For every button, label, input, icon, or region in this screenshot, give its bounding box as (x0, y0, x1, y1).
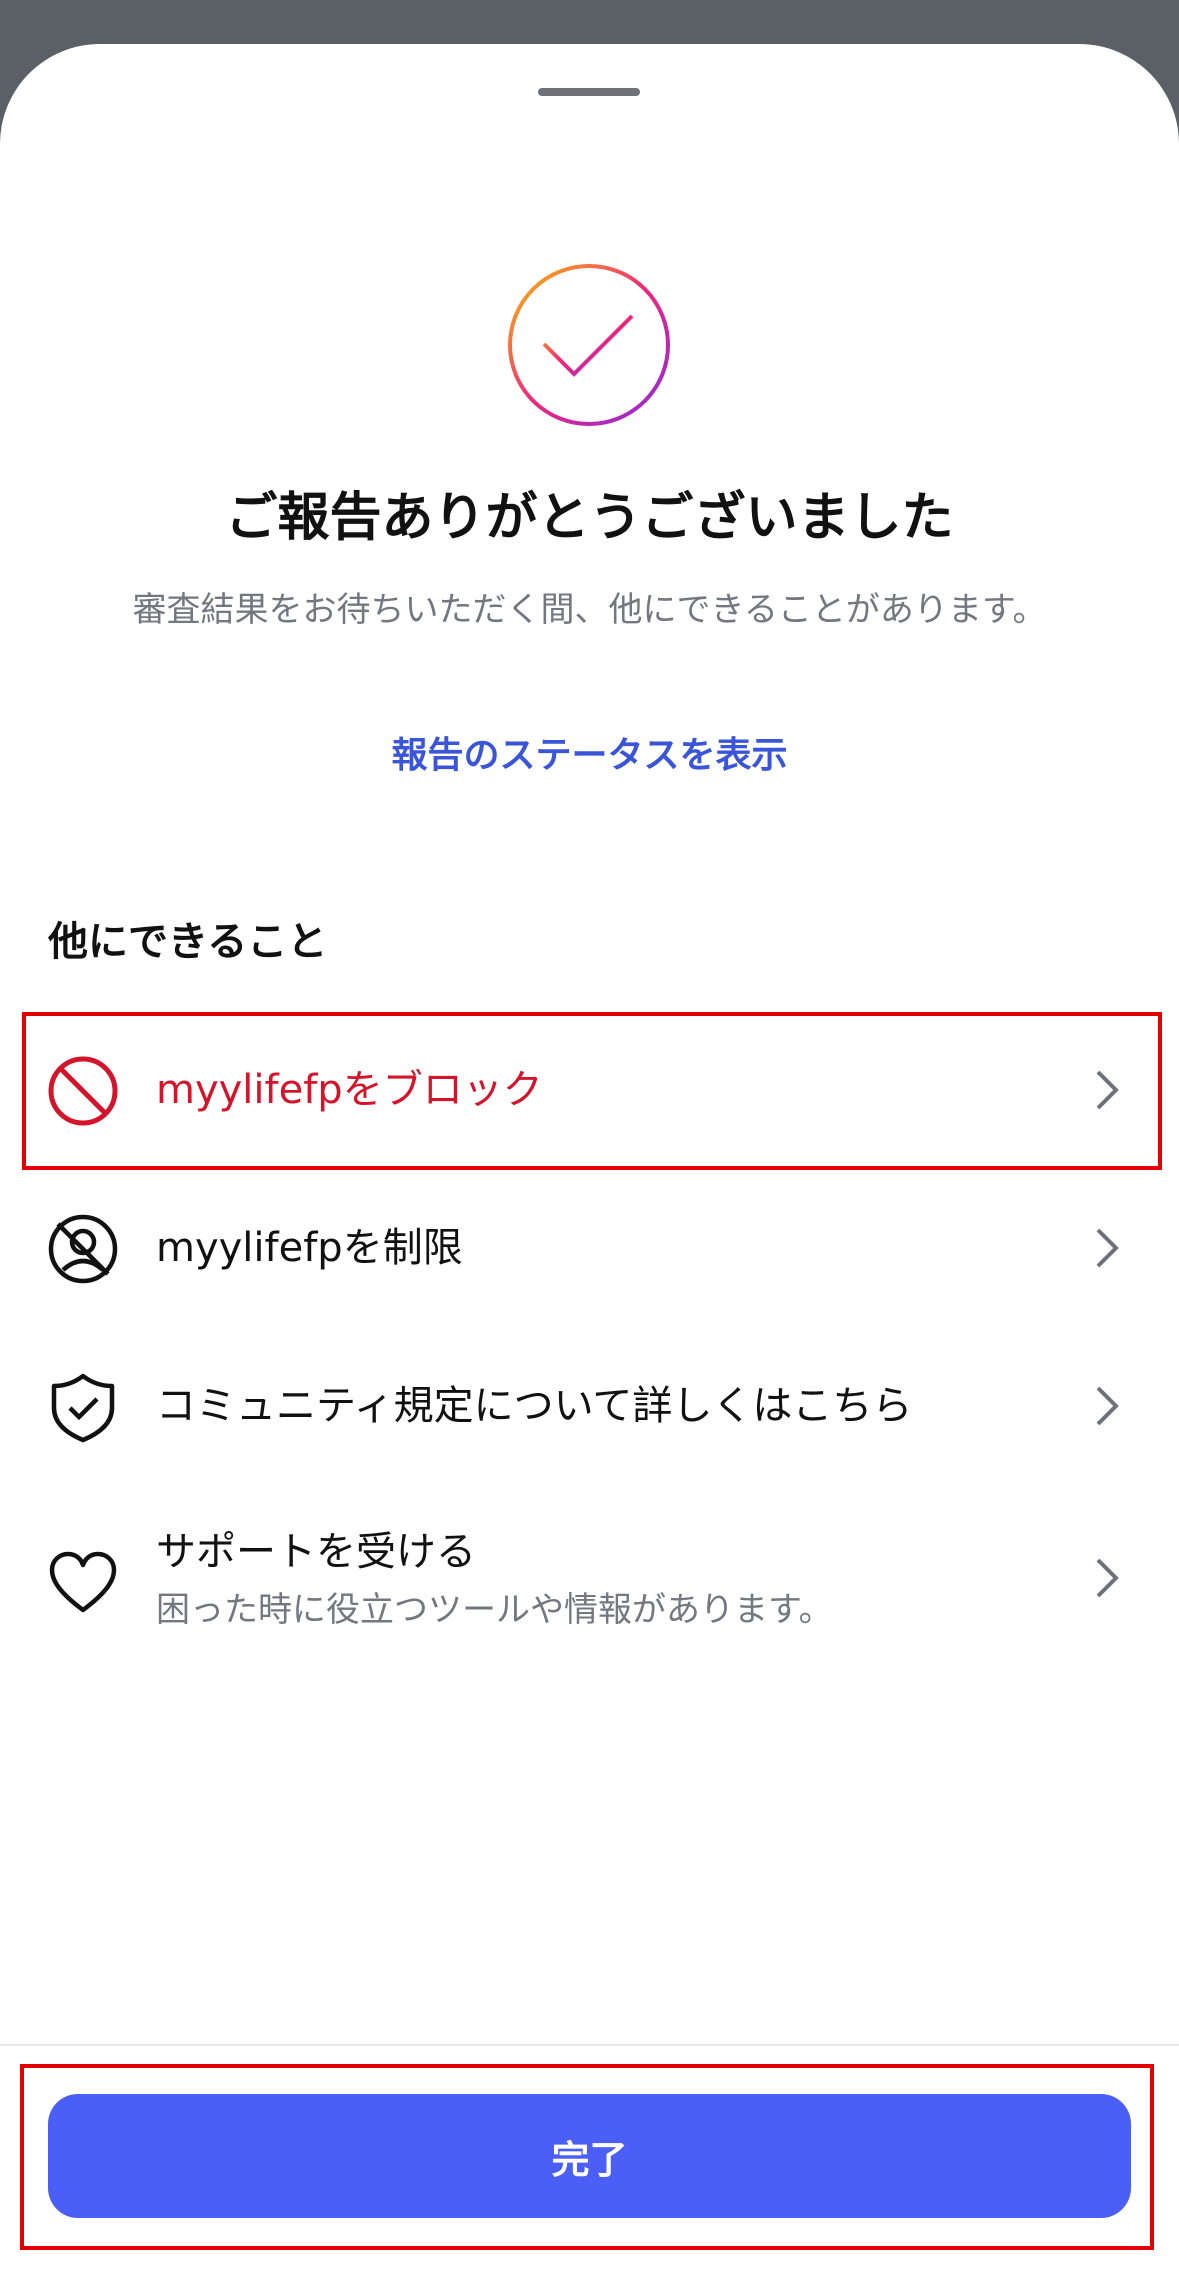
restrict-user-label: myylifefpを制限 (156, 1225, 463, 1271)
success-check-icon (508, 264, 670, 426)
footer-divider (0, 2044, 1179, 2046)
page-title: ご報告ありがとうございました (225, 488, 954, 548)
restrict-user-row[interactable]: myylifefpを制限 (0, 1174, 1179, 1324)
chevron-right-icon (1096, 1558, 1119, 1598)
block-user-label: myylifefpをブロック (156, 1067, 543, 1113)
page-subtitle: 審査結果をお待ちいただく間、他にできることがあります。 (132, 590, 1047, 630)
block-user-row[interactable]: myylifefpをブロック (0, 1016, 1179, 1166)
shield-check-icon (51, 1373, 115, 1443)
done-button[interactable]: 完了 (48, 2094, 1131, 2218)
community-guidelines-row[interactable]: コミュニティ規定について詳しくはこちら (0, 1332, 1179, 1482)
bottom-sheet: ご報告ありがとうございました 審査結果をお待ちいただく間、他にできることがありま… (0, 44, 1179, 2286)
get-support-label: サポートを受ける (156, 1529, 476, 1575)
get-support-row[interactable]: サポートを受ける 困った時に役立つツールや情報があります。 (0, 1490, 1179, 1670)
sheet-grabber[interactable] (538, 88, 640, 96)
block-icon (48, 1056, 118, 1126)
community-guidelines-label: コミュニティ規定について詳しくはこちら (156, 1383, 913, 1429)
heart-icon (49, 1551, 117, 1613)
view-report-status-link[interactable]: 報告のステータスを表示 (0, 732, 1179, 780)
restrict-icon (48, 1214, 118, 1284)
get-support-sublabel: 困った時に役立つツールや情報があります。 (156, 1590, 833, 1630)
chevron-right-icon (1096, 1070, 1119, 1110)
chevron-right-icon (1096, 1228, 1119, 1268)
chevron-right-icon (1096, 1386, 1119, 1426)
section-title: 他にできること (48, 919, 328, 965)
